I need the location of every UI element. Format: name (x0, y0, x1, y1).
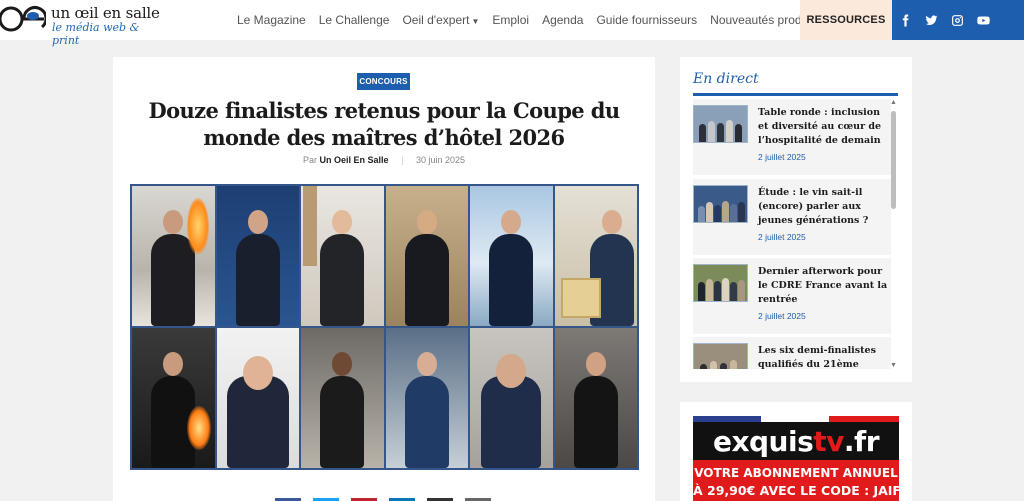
finalist-photo (470, 328, 553, 468)
live-feed-item[interactable]: Dernier afterwork pour le CDRE France av… (693, 258, 891, 334)
twitter-icon[interactable] (918, 0, 944, 40)
article-title: Douze finalistes retenus pour la Coupe d… (148, 98, 620, 150)
ad-promo-code: À 29,90€ AVEC LE CODE : JAIFAIM (693, 483, 899, 498)
scrollbar-thumb[interactable] (891, 111, 896, 209)
exquistv-ad-banner[interactable]: exquis tv .fr VOTRE ABONNEMENT ANNUEL À 29… (693, 416, 899, 501)
finalist-photo (216, 186, 299, 326)
live-feed-item-title: Table ronde : inclusion et diversité au … (758, 107, 882, 146)
youtube-icon[interactable] (970, 0, 996, 40)
finalist-photo (554, 186, 637, 326)
nav-item-emploi[interactable]: Emploi (492, 13, 529, 27)
main-nav: Le Magazine Le Challenge Oeil d'expert ▼ … (237, 0, 833, 40)
instagram-icon[interactable] (944, 0, 970, 40)
nav-item-guide-fournisseurs[interactable]: Guide fournisseurs (596, 13, 697, 27)
article-date: 30 juin 2025 (415, 155, 465, 165)
logo-name: un œil en salle (51, 4, 160, 22)
finalist-photo (216, 328, 299, 468)
nav-item-oeil-expert-label: Oeil d'expert (402, 13, 470, 27)
finalist-photo (301, 186, 384, 326)
finalist-photo (132, 328, 215, 468)
finalist-photo (470, 186, 553, 326)
finalist-photo (301, 328, 384, 468)
article-card: CONCOURS Douze finalistes retenus pour l… (113, 57, 655, 501)
article-byline: Par Un Oeil En Salle | 30 juin 2025 (113, 155, 655, 165)
scroll-down-icon[interactable]: ▼ (890, 362, 897, 369)
site-header: un œil en salle le média web & print Le … (0, 0, 1024, 47)
finalist-photo (132, 186, 215, 326)
ad-brand-accent: tv (813, 424, 844, 458)
live-feed-widget: En direct Table ronde : inclusion et div… (680, 57, 912, 382)
live-feed-item[interactable]: Les six demi-finalistes qualifiés du 21è… (693, 337, 891, 369)
scroll-up-icon[interactable]: ▲ (890, 99, 897, 106)
live-feed-scrollbar[interactable]: ▲ ▼ (890, 99, 897, 369)
nav-item-magazine[interactable]: Le Magazine (237, 13, 306, 27)
live-feed-thumbnail (693, 105, 748, 143)
live-feed-item-title: Les six demi-finalistes qualifiés du 21è… (758, 345, 876, 369)
live-feed-item-title: Étude : le vin sait-il (encore) parler a… (758, 187, 869, 226)
live-feed-item-text: Les six demi-finalistes qualifiés du 21è… (758, 344, 890, 369)
live-feed-item-title: Dernier afterwork pour le CDRE France av… (758, 266, 888, 305)
ad-brand: exquis tv .fr (693, 422, 899, 460)
live-feed-item[interactable]: Étude : le vin sait-il (encore) parler a… (693, 179, 891, 255)
category-badge[interactable]: CONCOURS (357, 73, 410, 90)
live-feed-thumbnail (693, 185, 748, 223)
ressources-button[interactable]: RESSOURCES (800, 0, 892, 40)
chevron-down-icon: ▼ (471, 17, 480, 26)
live-feed-item-text: Table ronde : inclusion et diversité au … (758, 106, 890, 164)
live-feed-item-text: Étude : le vin sait-il (encore) parler a… (758, 186, 890, 244)
facebook-icon[interactable] (892, 0, 918, 40)
site-logo[interactable]: un œil en salle le média web & print (0, 0, 160, 47)
byline-prefix: Par (303, 155, 318, 165)
nav-item-oeil-expert[interactable]: Oeil d'expert ▼ (402, 13, 479, 27)
live-feed-item-date: 2 juillet 2025 (758, 232, 806, 242)
finalist-photo (385, 328, 468, 468)
ad-brand-tail: .fr (843, 424, 880, 458)
live-feed-item-date: 2 juillet 2025 (758, 311, 806, 321)
live-feed-item[interactable]: Table ronde : inclusion et diversité au … (693, 99, 891, 175)
live-feed-list[interactable]: Table ronde : inclusion et diversité au … (693, 99, 891, 369)
ad-brand-main: exquis (712, 424, 814, 458)
byline-separator: | (401, 155, 404, 165)
finalist-photo (385, 186, 468, 326)
ad-card: exquis tv .fr VOTRE ABONNEMENT ANNUEL À 29… (680, 402, 912, 501)
logo-mark-icon (0, 6, 46, 32)
ad-headline: VOTRE ABONNEMENT ANNUEL (694, 466, 898, 480)
finalist-photo (554, 328, 637, 468)
live-feed-divider (693, 93, 898, 96)
author-link[interactable]: Un Oeil En Salle (320, 155, 389, 165)
social-links (892, 0, 1024, 40)
nav-item-agenda[interactable]: Agenda (542, 13, 583, 27)
live-feed-item-date: 2 juillet 2025 (758, 152, 806, 162)
logo-tagline: le média web & print (52, 21, 140, 47)
live-feed-heading: En direct (693, 71, 759, 87)
nav-item-challenge[interactable]: Le Challenge (319, 13, 390, 27)
live-feed-thumbnail (693, 264, 748, 302)
finalists-photo-mosaic[interactable] (130, 184, 639, 470)
live-feed-item-text: Dernier afterwork pour le CDRE France av… (758, 265, 890, 323)
live-feed-thumbnail (693, 343, 748, 369)
